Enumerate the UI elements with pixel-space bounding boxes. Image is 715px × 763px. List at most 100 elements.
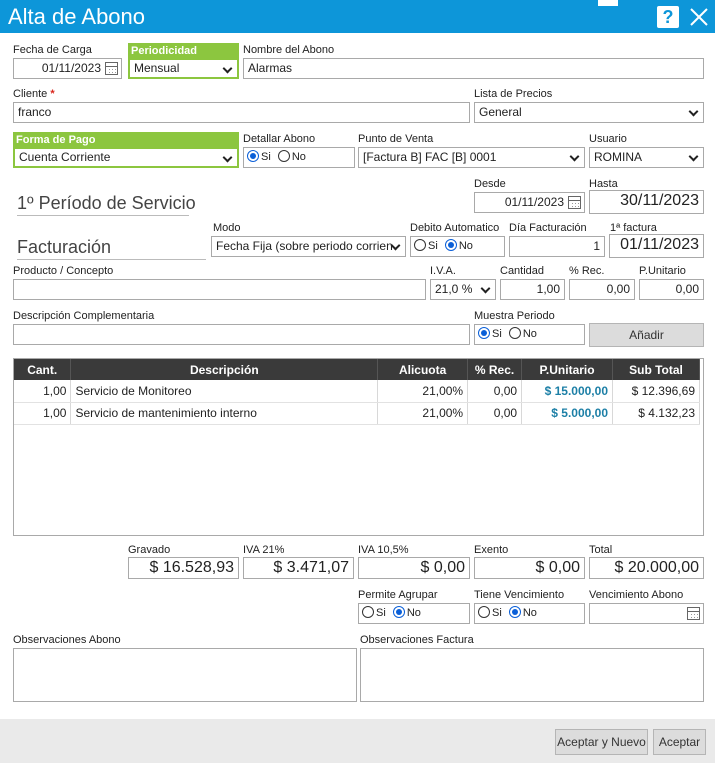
cantidad-label: Cantidad: [500, 265, 545, 277]
cliente-input[interactable]: franco: [13, 102, 470, 123]
detallar-no-radio[interactable]: [277, 150, 290, 162]
detallar-no-label: No: [291, 151, 306, 163]
cantidad-input[interactable]: 1,00: [500, 279, 565, 300]
nombre-abono-input[interactable]: Alarmas: [243, 58, 704, 79]
agrupar-si-label: Si: [376, 607, 386, 619]
cell-cant: 1,00: [14, 380, 72, 403]
debito-no-radio[interactable]: [444, 239, 457, 251]
vencimiento-abono-input[interactable]: [589, 603, 704, 624]
exento-label: Exento: [474, 544, 509, 556]
punitario-value: 0,00: [675, 282, 699, 296]
periodicidad-label: Periodicidad: [128, 43, 239, 59]
muestra-si-label: Si: [492, 328, 502, 340]
observaciones-factura-textarea[interactable]: [360, 648, 704, 702]
fecha-carga-label: Fecha de Carga: [13, 44, 92, 56]
iva21-label: IVA 21%: [243, 544, 285, 556]
hasta-label: Hasta: [589, 178, 618, 190]
cell-cant: 1,00: [14, 402, 72, 425]
lista-precios-value: General: [479, 105, 522, 119]
table-row[interactable]: 1,00 Servicio de Monitoreo 21,00% 0,00 $…: [14, 380, 700, 403]
iva105-label: IVA 10,5%: [358, 544, 409, 556]
close-icon[interactable]: [688, 6, 710, 28]
col-header-punitario[interactable]: P.Unitario: [521, 359, 613, 380]
cell-punitario: $ 15.000,00: [521, 380, 613, 403]
debito-no-label: No: [458, 240, 473, 252]
agrupar-no-label: No: [406, 607, 421, 619]
producto-label: Producto / Concepto: [13, 265, 114, 277]
permite-agrupar-radios: Si No: [358, 603, 470, 624]
window-titlebar: Alta de Abono ?: [0, 0, 715, 33]
col-header-descripcion[interactable]: Descripción: [70, 359, 379, 380]
usuario-select[interactable]: ROMINA: [589, 147, 704, 168]
debito-si-radio[interactable]: [414, 239, 426, 251]
nombre-abono-value: Alarmas: [248, 61, 293, 75]
debito-automatico-radios: Si No: [410, 236, 505, 257]
iva-select[interactable]: 21,0 %: [430, 279, 496, 300]
desc-comp-input[interactable]: [13, 324, 470, 345]
muestra-periodo-radios: Si No: [474, 324, 585, 345]
cell-rec: 0,00: [467, 380, 523, 403]
detallar-si-radio[interactable]: [247, 150, 259, 162]
muestra-no-radio[interactable]: [508, 327, 521, 339]
grid-header-row: Cant. Descripción Alicuota % Rec. P.Unit…: [14, 359, 700, 380]
forma-pago-value: Cuenta Corriente: [19, 150, 111, 164]
table-row[interactable]: 1,00 Servicio de mantenimiento interno 2…: [14, 402, 700, 425]
rec-input[interactable]: 0,00: [569, 279, 635, 300]
nombre-abono-label: Nombre del Abono: [243, 44, 335, 56]
punitario-input[interactable]: 0,00: [639, 279, 704, 300]
hasta-input[interactable]: 30/11/2023: [589, 190, 704, 214]
fecha-carga-input[interactable]: 01/11/2023: [13, 58, 122, 79]
desc-comp-label: Descripción Complementaria: [13, 310, 155, 322]
help-icon[interactable]: ?: [657, 6, 679, 28]
col-header-cant[interactable]: Cant.: [14, 359, 72, 380]
cell-descripcion: Servicio de mantenimiento interno: [70, 402, 379, 425]
required-mark: *: [50, 88, 55, 100]
calendar-icon[interactable]: [568, 196, 581, 209]
cell-subtotal: $ 4.132,23: [612, 402, 700, 425]
iva-value: 21,0 %: [435, 282, 473, 296]
debito-automatico-label: Debito Automatico: [410, 222, 500, 234]
muestra-si-radio[interactable]: [478, 327, 490, 339]
agrupar-si-radio[interactable]: [362, 606, 374, 618]
agrupar-no-radio[interactable]: [392, 606, 405, 618]
muestra-periodo-label: Muestra Periodo: [474, 310, 555, 322]
vencimiento-abono-label: Vencimiento Abono: [589, 589, 684, 601]
calendar-icon[interactable]: [687, 607, 700, 620]
rec-label: % Rec.: [569, 265, 605, 277]
lista-precios-select[interactable]: General: [474, 102, 704, 123]
add-item-button[interactable]: Añadir: [589, 323, 704, 347]
dia-facturacion-input[interactable]: 1: [509, 236, 605, 257]
accept-button[interactable]: Aceptar: [653, 729, 706, 755]
total-label: Total: [589, 544, 613, 556]
producto-input[interactable]: [13, 279, 426, 300]
observaciones-abono-textarea[interactable]: [13, 648, 357, 702]
vencimiento-si-radio[interactable]: [478, 606, 490, 618]
usuario-label: Usuario: [589, 133, 627, 145]
punto-venta-select[interactable]: [Factura B] FAC [B] 0001: [358, 147, 585, 168]
observaciones-factura-label: Observaciones Factura: [360, 634, 474, 646]
observaciones-abono-label: Observaciones Abono: [13, 634, 121, 646]
col-header-subtotal[interactable]: Sub Total: [612, 359, 700, 380]
iva21-value: $ 3.471,07: [243, 557, 354, 579]
dia-facturacion-value: 1: [593, 239, 600, 253]
col-header-rec[interactable]: % Rec.: [467, 359, 523, 380]
debito-si-label: Si: [428, 240, 438, 252]
rec-value: 0,00: [606, 282, 630, 296]
desde-input[interactable]: 01/11/2023: [474, 192, 585, 213]
iva105-value: $ 0,00: [358, 557, 470, 579]
modo-value: Fecha Fija (sobre periodo corrien: [216, 239, 393, 253]
accept-and-new-button[interactable]: Aceptar y Nuevo: [555, 729, 648, 755]
gravado-label: Gravado: [128, 544, 171, 556]
primera-factura-input[interactable]: 01/11/2023: [609, 234, 704, 258]
calendar-icon[interactable]: [105, 62, 118, 75]
items-table: Cant. Descripción Alicuota % Rec. P.Unit…: [14, 359, 700, 425]
vencimiento-no-radio[interactable]: [508, 606, 521, 618]
window-title: Alta de Abono: [8, 4, 146, 29]
periodicidad-select[interactable]: Mensual: [128, 58, 239, 79]
col-header-alicuota[interactable]: Alicuota: [377, 359, 469, 380]
facturacion-section-title: Facturación: [17, 237, 206, 260]
forma-pago-select[interactable]: Cuenta Corriente: [13, 147, 239, 168]
modo-select[interactable]: Fecha Fija (sobre periodo corrien: [211, 236, 406, 257]
items-grid: Cant. Descripción Alicuota % Rec. P.Unit…: [13, 358, 704, 536]
gravado-value: $ 16.528,93: [128, 557, 239, 579]
